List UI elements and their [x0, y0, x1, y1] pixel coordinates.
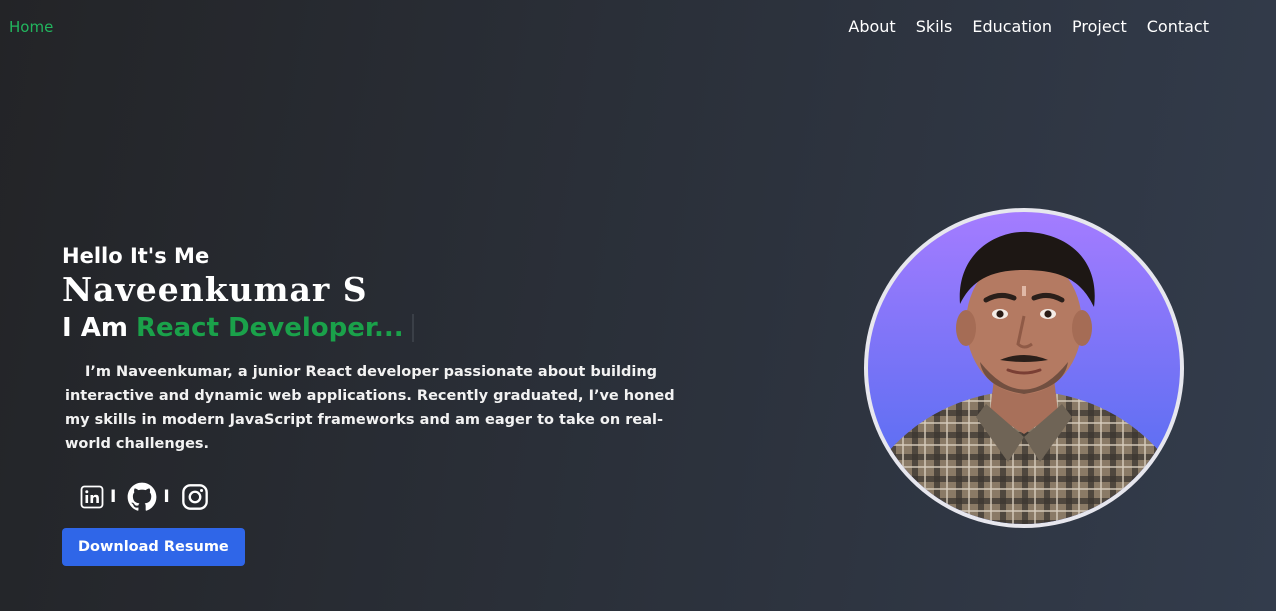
nav-link-skills[interactable]: Skils [916, 17, 953, 36]
profile-photo-frame [864, 208, 1184, 528]
instagram-icon[interactable] [181, 483, 209, 511]
linkedin-icon[interactable] [80, 485, 104, 509]
typing-cursor [411, 314, 414, 342]
name-heading: Naveenkumar S [62, 270, 368, 309]
nav-link-contact[interactable]: Contact [1147, 17, 1209, 36]
role-heading: I Am React Developer... [62, 310, 702, 346]
greeting-text: Hello It's Me [62, 244, 210, 268]
hero-section: Hello It's Me Naveenkumar S I Am React D… [62, 242, 702, 566]
bio-text: I’m Naveenkumar, a junior React develope… [65, 364, 675, 452]
profile-photo [868, 212, 1180, 524]
social-links: I I [80, 482, 702, 512]
main-nav: About Skils Education Project Contact [848, 17, 1209, 36]
download-resume-button[interactable]: Download Resume [62, 528, 245, 566]
role-prefix: I Am [62, 313, 128, 343]
nav-link-education[interactable]: Education [972, 17, 1052, 36]
github-icon[interactable] [127, 482, 157, 512]
nav-link-about[interactable]: About [848, 17, 895, 36]
nav-link-project[interactable]: Project [1072, 17, 1127, 36]
social-separator: I [163, 487, 170, 507]
profile-photo-illustration [868, 231, 1180, 524]
nav-home-link[interactable]: Home [9, 18, 53, 36]
social-separator: I [110, 487, 117, 507]
role-highlight: React Developer... [135, 313, 404, 343]
